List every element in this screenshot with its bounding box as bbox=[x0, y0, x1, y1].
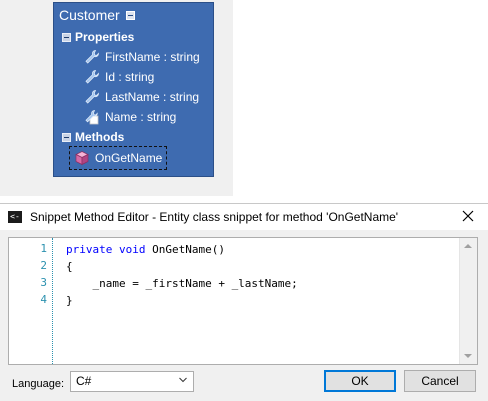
properties-section-header[interactable]: Properties bbox=[54, 27, 213, 47]
wrench-doc-icon bbox=[85, 110, 99, 125]
code-line: } bbox=[66, 294, 73, 307]
line-number: 1 bbox=[40, 242, 47, 255]
property-label: Id : string bbox=[105, 70, 155, 84]
line-number: 2 bbox=[40, 259, 47, 272]
code-editor[interactable]: 1 2 3 4 private void OnGetName() { _name … bbox=[8, 237, 478, 365]
gutter-divider bbox=[52, 238, 53, 364]
line-number: 4 bbox=[40, 293, 47, 306]
property-item[interactable]: LastName : string bbox=[54, 87, 213, 107]
wrench-icon bbox=[85, 70, 99, 84]
property-item[interactable]: FirstName : string bbox=[54, 47, 213, 67]
designer-canvas: Customer Properties FirstName : string I… bbox=[0, 0, 233, 196]
property-item[interactable]: Id : string bbox=[54, 67, 213, 87]
code-line: { bbox=[66, 260, 73, 273]
language-value: C# bbox=[76, 374, 92, 388]
method-label: OnGetName bbox=[95, 151, 163, 165]
code-line: _name = _firstName + _lastName; bbox=[66, 277, 298, 290]
scroll-down-icon[interactable] bbox=[464, 354, 472, 358]
language-select[interactable]: C# bbox=[70, 371, 194, 392]
dialog-titlebar[interactable]: <- Snippet Method Editor - Entity class … bbox=[0, 204, 488, 230]
method-item[interactable]: OnGetName bbox=[54, 146, 213, 170]
properties-label: Properties bbox=[75, 30, 135, 44]
language-label: Language: bbox=[12, 378, 64, 390]
property-item[interactable]: Name : string bbox=[54, 107, 213, 127]
wrench-icon bbox=[85, 50, 99, 64]
scroll-up-icon[interactable] bbox=[464, 244, 472, 248]
app-icon: <- bbox=[8, 211, 22, 223]
property-label: FirstName : string bbox=[105, 50, 200, 64]
ok-button[interactable]: OK bbox=[324, 370, 396, 392]
code-text[interactable]: private void OnGetName() { _name = _first… bbox=[66, 241, 298, 309]
chevron-down-icon bbox=[179, 377, 187, 383]
code-text-run: OnGetName() bbox=[145, 243, 225, 256]
code-line: private void OnGetName() bbox=[66, 241, 298, 258]
code-keyword: private bbox=[66, 243, 113, 256]
collapse-entity-icon[interactable] bbox=[125, 10, 135, 20]
code-keyword: void bbox=[118, 243, 146, 256]
wrench-icon bbox=[85, 90, 99, 104]
entity-header[interactable]: Customer bbox=[54, 3, 213, 27]
line-number: 3 bbox=[40, 276, 47, 289]
collapse-methods-icon[interactable] bbox=[62, 132, 71, 142]
methods-section-header[interactable]: Methods bbox=[54, 127, 213, 147]
snippet-method-editor-dialog: <- Snippet Method Editor - Entity class … bbox=[0, 203, 488, 401]
selected-method[interactable]: OnGetName bbox=[69, 146, 168, 170]
dialog-title: Snippet Method Editor - Entity class sni… bbox=[30, 210, 399, 224]
entity-shape-customer[interactable]: Customer Properties FirstName : string I… bbox=[53, 2, 214, 177]
property-label: Name : string bbox=[105, 110, 177, 124]
method-cube-icon bbox=[75, 151, 89, 166]
collapse-properties-icon[interactable] bbox=[62, 32, 71, 42]
entity-title: Customer bbox=[59, 7, 120, 23]
cancel-button[interactable]: Cancel bbox=[404, 370, 476, 392]
close-icon[interactable] bbox=[460, 208, 476, 224]
line-number-gutter: 1 2 3 4 bbox=[9, 238, 53, 364]
property-label: LastName : string bbox=[105, 90, 200, 104]
methods-label: Methods bbox=[75, 130, 125, 144]
vertical-scrollbar[interactable] bbox=[459, 238, 477, 364]
